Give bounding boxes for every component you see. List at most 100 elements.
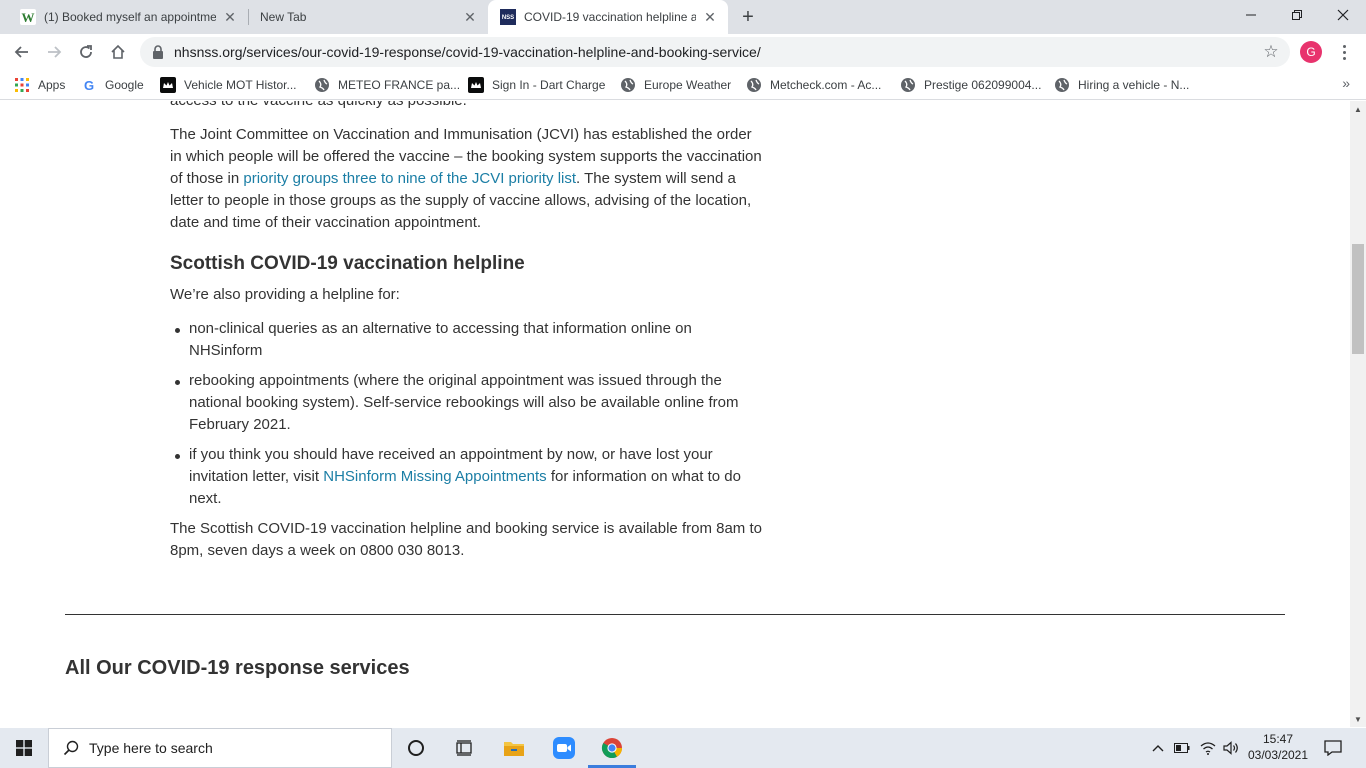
profile-avatar[interactable]: G xyxy=(1300,41,1322,63)
bookmark-vehicle-mot[interactable]: Vehicle MOT Histor... xyxy=(160,75,296,95)
reload-icon xyxy=(80,45,92,58)
svg-text:W: W xyxy=(22,10,35,25)
cortana-circle-icon xyxy=(408,740,424,756)
minimize-icon xyxy=(1246,14,1256,16)
new-tab-button[interactable]: + xyxy=(738,6,758,28)
tab-strip: W (1) Booked myself an appointmen ✕ New … xyxy=(0,0,1366,34)
task-view-button[interactable] xyxy=(440,728,488,768)
close-icon xyxy=(1337,9,1349,21)
arrow-right-icon xyxy=(48,46,62,58)
home-icon xyxy=(111,44,125,59)
bookmark-label: Europe Weather xyxy=(644,78,732,92)
globe-icon xyxy=(900,77,916,93)
cortana-button[interactable] xyxy=(392,728,440,768)
tab-title: New Tab xyxy=(260,10,307,24)
zoom-camera-icon xyxy=(553,737,575,759)
arrow-left-icon xyxy=(14,46,28,58)
helpline-intro: We’re also providing a helpline for: xyxy=(170,286,400,303)
nhsinform-missing-appointments-link[interactable]: NHSinform Missing Appointments xyxy=(323,468,546,485)
close-icon[interactable]: ✕ xyxy=(222,9,238,25)
bookmark-label: Metcheck.com - Ac... xyxy=(770,78,882,92)
task-view-icon xyxy=(456,740,472,756)
bookmark-dart-charge[interactable]: Sign In - Dart Charge xyxy=(468,75,605,95)
file-explorer-button[interactable] xyxy=(490,728,538,768)
nss-icon: NSS xyxy=(500,9,516,25)
forward-button[interactable] xyxy=(40,38,68,66)
crown-icon xyxy=(468,77,484,93)
priority-groups-link[interactable]: priority groups three to nine of the JCV… xyxy=(243,170,576,187)
browser-menu-icon[interactable] xyxy=(1334,40,1354,64)
bookmark-label: Google xyxy=(105,78,144,92)
close-window-button[interactable] xyxy=(1320,0,1366,30)
scroll-down-icon[interactable]: ▼ xyxy=(1350,711,1366,727)
bookmark-metcheck[interactable]: Metcheck.com - Ac... xyxy=(746,75,881,95)
search-icon xyxy=(61,738,81,758)
speaker-icon[interactable] xyxy=(1220,728,1242,768)
start-button[interactable] xyxy=(0,728,48,768)
services-section-heading: All Our COVID-19 response services xyxy=(65,657,410,679)
address-bar[interactable]: nhsnss.org/services/our-covid-19-respons… xyxy=(140,37,1290,67)
helpline-hours-paragraph: The Scottish COVID-19 vaccination helpli… xyxy=(170,520,762,559)
scroll-up-icon[interactable]: ▲ xyxy=(1350,101,1366,117)
bookmark-prestige[interactable]: Prestige 062099004... xyxy=(900,75,1041,95)
w-icon: W xyxy=(20,9,36,25)
chrome-icon xyxy=(601,738,623,759)
globe-icon xyxy=(314,77,330,93)
apps-grid-icon xyxy=(14,77,30,93)
windows-taskbar: Type here to search 15:47 03/03/2021 xyxy=(0,728,1366,768)
svg-text:G: G xyxy=(84,78,94,92)
tray-chevron-icon[interactable] xyxy=(1148,728,1168,768)
globe-icon xyxy=(746,77,762,93)
taskbar-search-box[interactable]: Type here to search xyxy=(48,728,392,768)
star-icon[interactable]: ☆ xyxy=(1262,43,1280,61)
folder-icon xyxy=(504,742,524,756)
section-divider xyxy=(65,614,1285,615)
bookmarks-bar: Apps G Google Vehicle MOT Histor... METE… xyxy=(0,70,1366,100)
globe-icon xyxy=(620,77,636,93)
bookmarks-overflow-icon[interactable]: » xyxy=(1342,75,1350,91)
bookmark-meteo-france[interactable]: METEO FRANCE pa... xyxy=(314,75,460,95)
scrollbar-thumb[interactable] xyxy=(1352,244,1364,354)
back-button[interactable] xyxy=(8,38,36,66)
battery-icon[interactable] xyxy=(1172,728,1192,768)
globe-icon xyxy=(1054,77,1070,93)
notifications-icon[interactable] xyxy=(1318,728,1348,768)
close-icon[interactable]: ✕ xyxy=(702,9,718,25)
google-icon: G xyxy=(81,77,97,93)
page-scrollbar[interactable]: ▲ ▼ xyxy=(1350,101,1366,727)
home-button[interactable] xyxy=(104,38,132,66)
bookmark-label: Prestige 062099004... xyxy=(924,78,1042,92)
bookmark-label: Apps xyxy=(38,78,66,92)
list-item: if you think you should have received an… xyxy=(170,444,765,510)
bookmark-label: Hiring a vehicle - N... xyxy=(1078,78,1190,92)
bookmark-apps[interactable]: Apps xyxy=(14,75,65,95)
minimize-button[interactable] xyxy=(1228,0,1274,30)
reload-button[interactable] xyxy=(72,38,100,66)
close-icon[interactable]: ✕ xyxy=(462,9,478,25)
list-item: rebooking appointments (where the origin… xyxy=(170,370,765,436)
crown-icon xyxy=(160,77,176,93)
taskbar-clock[interactable]: 15:47 03/03/2021 xyxy=(1246,731,1310,763)
tab-title: (1) Booked myself an appointmen xyxy=(44,10,216,24)
svg-text:NSS: NSS xyxy=(502,15,514,21)
web-page: access to the vaccine as quickly as poss… xyxy=(0,101,1350,727)
lock-icon xyxy=(150,44,166,60)
chrome-taskbar-button[interactable] xyxy=(588,728,636,768)
helpline-heading: Scottish COVID-19 vaccination helpline xyxy=(170,253,525,274)
restore-button[interactable] xyxy=(1274,0,1320,30)
search-placeholder: Type here to search xyxy=(89,740,213,756)
browser-toolbar: nhsnss.org/services/our-covid-19-respons… xyxy=(0,34,1366,70)
bookmark-europe-weather[interactable]: Europe Weather xyxy=(620,75,731,95)
article-paragraph-cut: access to the vaccine as quickly as poss… xyxy=(170,101,467,112)
bookmark-hiring-vehicle[interactable]: Hiring a vehicle - N... xyxy=(1054,75,1189,95)
wifi-icon[interactable] xyxy=(1198,728,1218,768)
tab-covid-helpline[interactable]: NSS COVID-19 vaccination helpline an ✕ xyxy=(488,0,728,34)
tab-booked-appointment[interactable]: W (1) Booked myself an appointmen ✕ xyxy=(8,0,248,34)
bookmark-label: Sign In - Dart Charge xyxy=(492,78,606,92)
restore-icon xyxy=(1292,10,1302,20)
windows-logo-icon xyxy=(16,740,32,756)
tab-new-tab[interactable]: New Tab ✕ xyxy=(248,0,488,34)
zoom-app-button[interactable] xyxy=(540,728,588,768)
bookmark-google[interactable]: G Google xyxy=(81,75,144,95)
tab-title: COVID-19 vaccination helpline an xyxy=(524,10,696,24)
